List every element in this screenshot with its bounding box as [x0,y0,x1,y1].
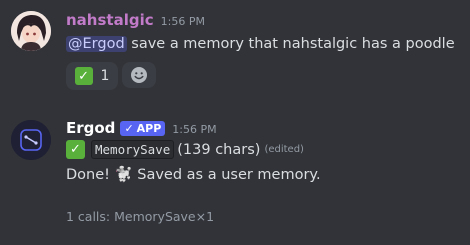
result-line: Done! 🐩 Saved as a user memory. [66,166,321,183]
message-content: @Ergod save a memory that nahstalgic has… [66,36,455,52]
app-badge-label: APP [136,122,162,135]
reaction-check[interactable]: ✓ 1 [66,62,118,90]
add-reaction-icon [131,67,147,83]
user-avatar-icon [11,11,51,51]
message-header: nahstalgic 1:56 PM [66,11,205,29]
timestamp: 1:56 PM [160,15,205,28]
result-text-start: Done! [66,167,115,183]
poodle-icon: 🐩 [114,167,133,183]
tool-call-summary: 1 calls: MemorySave×1 [66,209,215,224]
reaction-count: 1 [100,68,110,84]
message-text: save a memory that nahstalgic has a pood… [126,36,455,52]
timestamp: 1:56 PM [172,123,217,136]
message-header: Ergod ✓ APP 1:56 PM [66,119,217,137]
bot-avatar[interactable] [11,120,51,160]
username[interactable]: nahstalgic [66,11,154,29]
tool-name-code: MemorySave [91,140,175,159]
tool-line: ✓ MemorySave (139 chars) (edited) [66,140,304,159]
add-reaction-button[interactable] [122,62,156,88]
avatar[interactable] [11,11,51,51]
check-mark-icon: ✓ [66,140,85,159]
verified-check-icon: ✓ [124,122,134,135]
check-mark-icon: ✓ [74,67,93,85]
bot-avatar-icon [11,120,51,160]
edited-label: (edited) [264,144,304,155]
app-badge: ✓ APP [120,121,166,136]
user-mention[interactable]: @Ergod [66,36,127,52]
bot-username[interactable]: Ergod [66,119,115,137]
tool-detail: (139 chars) [177,141,261,158]
result-text-end: Saved as a user memory. [132,167,321,183]
